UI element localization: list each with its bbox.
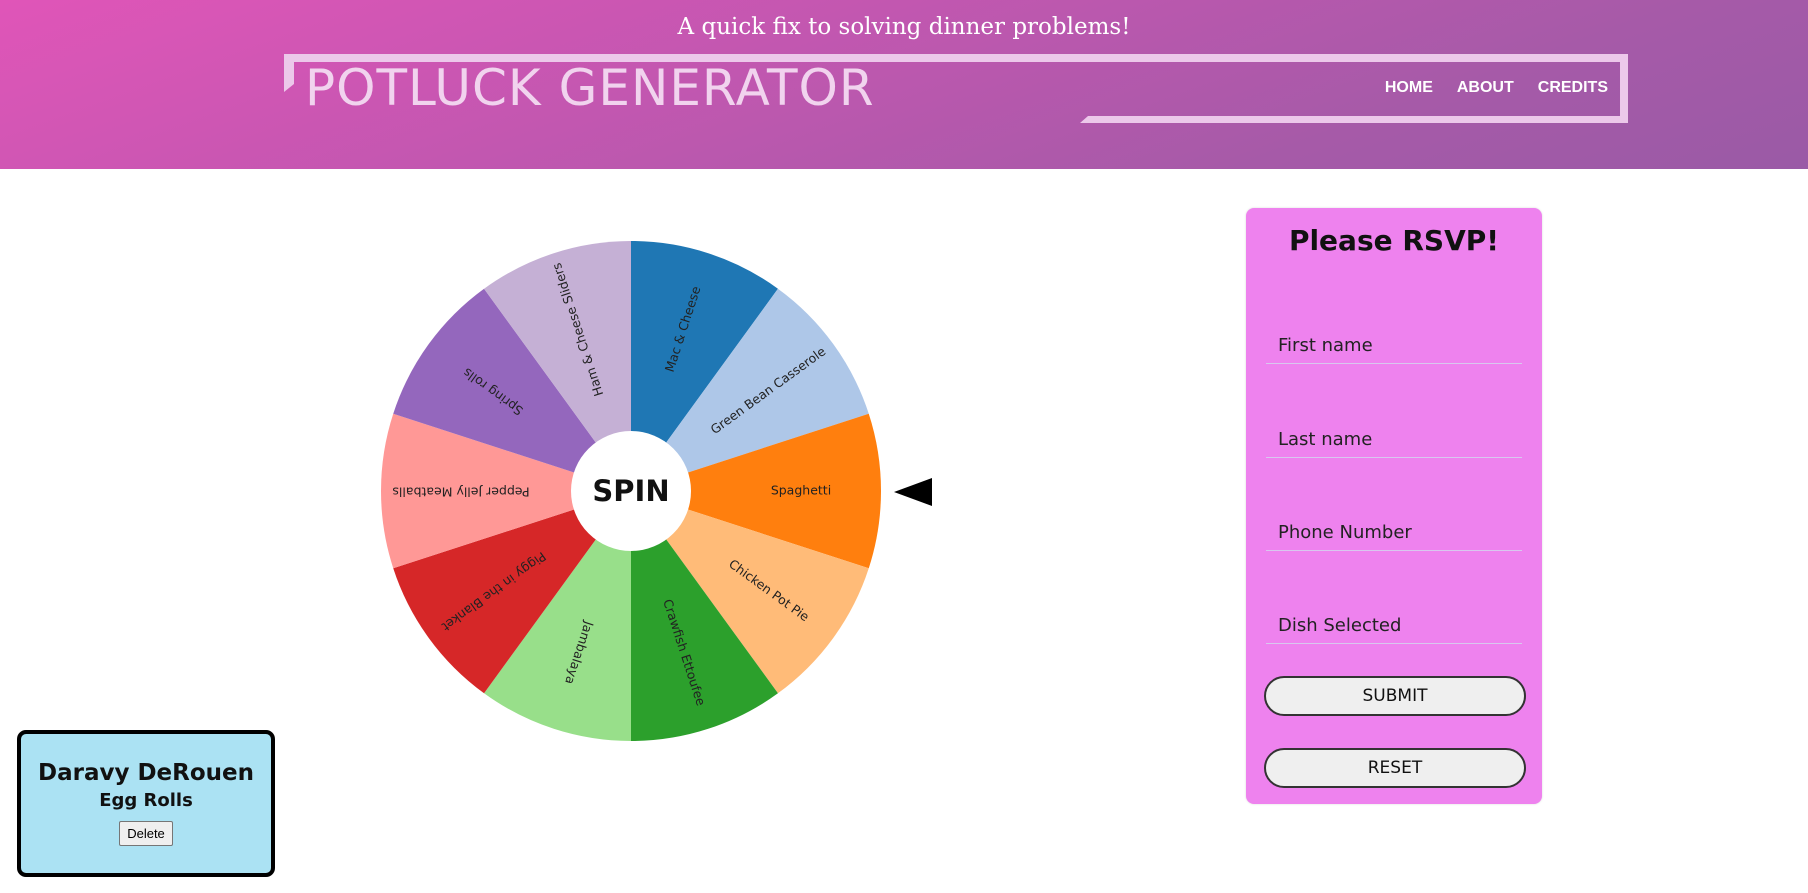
nav-home[interactable]: HOME bbox=[1385, 79, 1433, 97]
guest-dish: Egg Rolls bbox=[99, 790, 193, 811]
nav-about[interactable]: ABOUT bbox=[1457, 79, 1514, 97]
first-name-input[interactable] bbox=[1266, 328, 1522, 364]
phone-number-input[interactable] bbox=[1266, 515, 1522, 551]
spin-button[interactable]: SPIN bbox=[571, 431, 691, 551]
guest-name: Daravy DeRouen bbox=[37, 760, 255, 786]
rsvp-title: Please RSVP! bbox=[1288, 224, 1500, 257]
wheel-slice-label: Pepper Jelly Meatballs bbox=[392, 485, 529, 500]
wheel-slice-label: Spaghetti bbox=[771, 483, 831, 498]
last-name-input[interactable] bbox=[1266, 422, 1522, 458]
triangle-left-icon bbox=[894, 478, 932, 506]
guest-card: Daravy DeRouen Egg Rolls Delete bbox=[17, 730, 275, 877]
reset-button[interactable]: RESET bbox=[1264, 748, 1526, 788]
main-nav: HOME ABOUT CREDITS bbox=[1385, 79, 1608, 97]
submit-button[interactable]: SUBMIT bbox=[1264, 676, 1526, 716]
rsvp-panel: Please RSVP! SUBMIT RESET bbox=[1246, 208, 1542, 804]
nav-credits[interactable]: CREDITS bbox=[1538, 79, 1608, 97]
dish-selected-input[interactable] bbox=[1266, 608, 1522, 644]
delete-button[interactable]: Delete bbox=[119, 821, 173, 846]
